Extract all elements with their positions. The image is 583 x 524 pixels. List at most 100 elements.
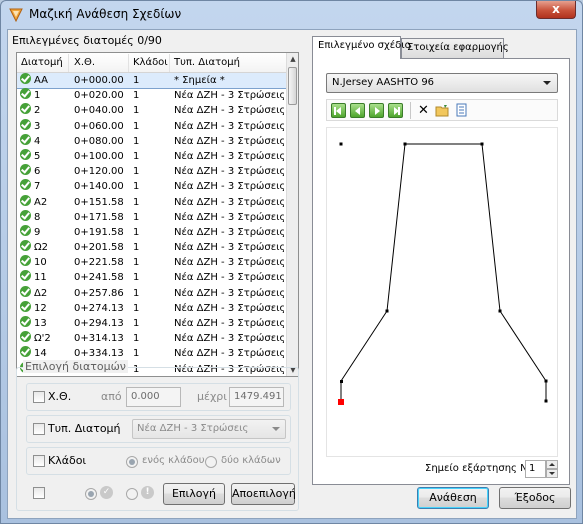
- table-row[interactable]: 5 0+100.00 1 Νέα ΔΖΗ - 3 Στρώσεις: [17, 148, 287, 164]
- previous-icon[interactable]: [350, 103, 365, 118]
- station-branch: 1: [133, 242, 140, 254]
- station-chainage: 0+120.00: [74, 166, 124, 178]
- check-icon: [20, 209, 31, 221]
- station-type: Νέα ΔΖΗ - 3 Στρώσεις: [174, 302, 284, 314]
- tab-application-data[interactable]: Στοιχεία εφαρμογής: [401, 38, 509, 58]
- anchor-spinner[interactable]: [546, 460, 558, 478]
- station-id: 9: [34, 226, 41, 238]
- table-row[interactable]: Ω2 0+201.58 1 Νέα ΔΖΗ - 3 Στρώσεις: [17, 240, 287, 255]
- table-row[interactable]: AA 0+000.00 1 * Σημεία *: [17, 73, 287, 90]
- table-row[interactable]: 4 0+080.00 1 Νέα ΔΖΗ - 3 Στρώσεις: [17, 133, 287, 149]
- one-branch-radio[interactable]: [126, 456, 138, 468]
- anchor-point-input[interactable]: 1: [525, 460, 546, 478]
- station-chainage: 0+257.86: [74, 287, 124, 299]
- check-icon: [20, 240, 31, 252]
- table-row[interactable]: 11 0+241.58 1 Νέα ΔΖΗ - 3 Στρώσεις: [17, 270, 287, 285]
- bulk-checkbox[interactable]: [33, 487, 45, 499]
- check-icon: [20, 164, 31, 176]
- delete-icon[interactable]: ✕: [416, 103, 431, 118]
- grid-header: Διατομή Χ.Θ. Κλάδοι Τυπ. Διατομή: [17, 53, 287, 73]
- select-button[interactable]: Επιλογή: [163, 483, 225, 505]
- chainage-row: Χ.Θ. από : 0.000 μέχρι : 1479.491: [26, 383, 291, 411]
- type-checkbox[interactable]: [33, 423, 45, 435]
- check-icon: [20, 331, 31, 343]
- profile-canvas[interactable]: [326, 127, 558, 457]
- station-chainage: 0+274.13: [74, 302, 124, 314]
- tab-selected-drawing[interactable]: Επιλεγμένο σχέδιο: [312, 36, 411, 59]
- station-type: Νέα ΔΖΗ - 3 Στρώσεις: [174, 166, 284, 178]
- branches-checkbox[interactable]: [33, 455, 45, 467]
- station-type: * Σημεία *: [174, 75, 225, 86]
- branches-row: Κλάδοι ενός κλάδου δύο κλάδων: [26, 447, 291, 475]
- check-icon: [20, 118, 31, 130]
- station-branch: 1: [133, 75, 140, 86]
- two-branch-radio[interactable]: [205, 456, 217, 468]
- to-input[interactable]: 1479.491: [229, 387, 284, 407]
- table-row[interactable]: 3 0+060.00 1 Νέα ΔΖΗ - 3 Στρώσεις: [17, 118, 287, 134]
- station-type: Νέα ΔΖΗ - 3 Στρώσεις: [174, 135, 284, 147]
- table-row[interactable]: Ω'2 0+314.13 1 Νέα ΔΖΗ - 3 Στρώσεις: [17, 331, 287, 346]
- anchor-point[interactable]: [338, 399, 344, 405]
- last-icon[interactable]: [388, 103, 403, 118]
- table-row[interactable]: 1 0+020.00 1 Νέα ΔΖΗ - 3 Στρώσεις: [17, 88, 287, 103]
- column-header-type[interactable]: Τυπ. Διατομή: [174, 57, 240, 68]
- from-input[interactable]: 0.000: [126, 387, 181, 407]
- stations-grid[interactable]: Διατομή Χ.Θ. Κλάδοι Τυπ. Διατομή AA 0+000…: [16, 52, 299, 377]
- station-branch: 1: [133, 348, 140, 360]
- station-type: Νέα ΔΖΗ - 3 Στρώσεις: [174, 287, 284, 299]
- chainage-checkbox[interactable]: [33, 391, 45, 403]
- table-row[interactable]: 8 0+171.58 1 Νέα ΔΖΗ - 3 Στρώσεις: [17, 209, 287, 225]
- station-branch: 1: [133, 90, 140, 102]
- column-header-chainage[interactable]: Χ.Θ.: [74, 57, 95, 68]
- table-row[interactable]: 13 0+294.13 1 Νέα ΔΖΗ - 3 Στρώσεις: [17, 316, 287, 331]
- station-type: Νέα ΔΖΗ - 3 Στρώσεις: [174, 181, 284, 193]
- type-label: Τυπ. Διατομή: [48, 422, 121, 435]
- first-icon[interactable]: [331, 103, 346, 118]
- profile-dropdown[interactable]: N.Jersey AASHTO 96: [326, 73, 558, 93]
- exit-button[interactable]: Έξοδος: [499, 487, 571, 509]
- warning-radio[interactable]: [126, 488, 138, 500]
- open-folder-icon[interactable]: [435, 103, 450, 118]
- document-icon[interactable]: [454, 103, 469, 118]
- station-chainage: 0+140.00: [74, 181, 124, 193]
- assign-button[interactable]: Ανάθεση: [417, 487, 489, 509]
- table-row[interactable]: 2 0+040.00 1 Νέα ΔΖΗ - 3 Στρώσεις: [17, 103, 287, 118]
- station-type: Νέα ΔΖΗ - 3 Στρώσεις: [174, 196, 284, 208]
- scroll-up-icon[interactable]: ▲: [288, 53, 298, 65]
- table-row[interactable]: 12 0+274.13 1 Νέα ΔΖΗ - 3 Στρώσεις: [17, 300, 287, 316]
- valid-radio[interactable]: [85, 488, 97, 500]
- table-row[interactable]: Δ2 0+257.86 1 Νέα ΔΖΗ - 3 Στρώσεις: [17, 285, 287, 301]
- next-icon[interactable]: [369, 103, 384, 118]
- spinner-down-icon[interactable]: [546, 469, 558, 478]
- table-row[interactable]: 9 0+191.58 1 Νέα ΔΖΗ - 3 Στρώσεις: [17, 224, 287, 240]
- type-dropdown[interactable]: Νέα ΔΖΗ - 3 Στρώσεις: [132, 419, 286, 439]
- station-branch: 1: [133, 257, 140, 269]
- grid-scrollbar[interactable]: ▲ ▼: [286, 53, 298, 376]
- station-id: 13: [34, 318, 47, 329]
- close-button[interactable]: x: [536, 1, 576, 19]
- dialog-window: Μαζική Ανάθεση Σχεδίων x Επιλεγμένες δια…: [0, 0, 583, 524]
- scroll-thumb[interactable]: [288, 67, 297, 105]
- deselect-button[interactable]: Αποεπιλογή: [231, 483, 296, 505]
- column-header-station[interactable]: Διατομή: [21, 57, 63, 68]
- station-branch: 1: [133, 333, 140, 345]
- station-id: Ω2: [34, 242, 49, 254]
- spinner-up-icon[interactable]: [546, 460, 558, 469]
- column-header-branches[interactable]: Κλάδοι: [133, 57, 168, 68]
- station-type: Νέα ΔΖΗ - 3 Στρώσεις: [174, 90, 284, 102]
- table-row[interactable]: 10 0+221.58 1 Νέα ΔΖΗ - 3 Στρώσεις: [17, 255, 287, 270]
- check-icon: [20, 224, 31, 236]
- profile-vertex: [403, 142, 407, 146]
- table-row[interactable]: A2 0+151.58 1 Νέα ΔΖΗ - 3 Στρώσεις: [17, 194, 287, 210]
- table-row[interactable]: 7 0+140.00 1 Νέα ΔΖΗ - 3 Στρώσεις: [17, 179, 287, 194]
- check-icon: [20, 255, 31, 267]
- station-id: 11: [34, 272, 47, 284]
- profile-vertex: [498, 309, 502, 313]
- table-row[interactable]: 6 0+120.00 1 Νέα ΔΖΗ - 3 Στρώσεις: [17, 164, 287, 179]
- check-icon: ✓: [100, 486, 113, 499]
- check-icon: [20, 285, 31, 297]
- title-bar[interactable]: Μαζική Ανάθεση Σχεδίων x: [1, 1, 582, 29]
- station-branch: 1: [133, 272, 140, 284]
- station-type: Νέα ΔΖΗ - 3 Στρώσεις: [174, 318, 284, 329]
- station-branch: 1: [133, 287, 140, 299]
